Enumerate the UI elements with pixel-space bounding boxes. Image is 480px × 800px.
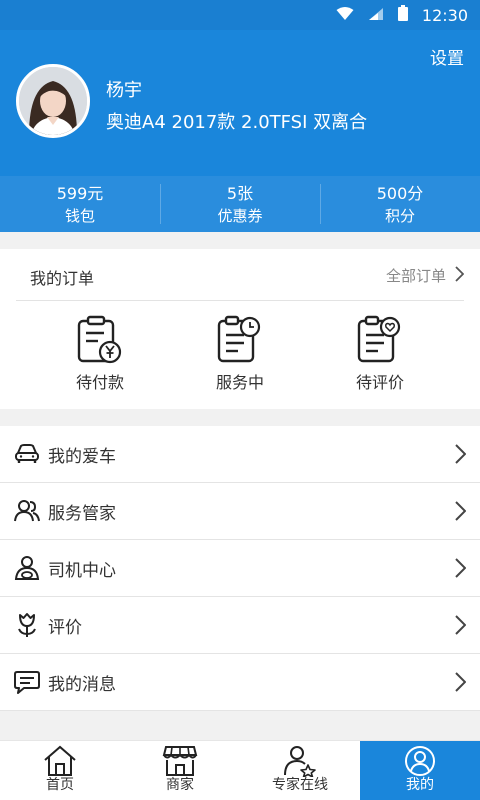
orders-header: 我的订单 全部订单 [16, 249, 465, 301]
chevron-right-icon [454, 615, 467, 639]
message-icon [14, 669, 40, 695]
all-orders-label: 全部订单 [385, 267, 446, 285]
settings-button[interactable]: 设置 [430, 44, 464, 69]
user-name: 杨宇 [106, 80, 142, 101]
battery-icon [397, 5, 408, 25]
menu-item-my-car[interactable]: 我的爱车 [0, 426, 480, 483]
stat-label: 优惠券 [217, 207, 263, 225]
home-icon [0, 745, 120, 777]
profile-header: 设置 杨宇 奥迪A4 2017款 2.0TFSI 双离合 [0, 30, 480, 176]
stat-value: 500分 [376, 184, 424, 203]
clipboard-yen-icon [40, 315, 160, 365]
menu-item-messages[interactable]: 我的消息 [0, 654, 480, 711]
driver-icon [14, 555, 40, 581]
car-icon [14, 441, 40, 467]
all-orders-link[interactable]: 全部订单 [385, 265, 465, 286]
stat-label: 钱包 [64, 207, 95, 225]
chevron-right-icon [454, 672, 467, 696]
order-pending-review[interactable]: 待评价 [320, 309, 440, 409]
chevron-right-icon [454, 501, 467, 525]
menu-item-reviews[interactable]: 评价 [0, 597, 480, 654]
stat-coupons[interactable]: 5张 优惠券 [160, 176, 320, 232]
orders-title: 我的订单 [30, 269, 95, 288]
wifi-icon [336, 6, 354, 25]
chevron-right-icon [454, 265, 465, 286]
menu-label: 服务管家 [48, 503, 116, 524]
user-car: 奥迪A4 2017款 2.0TFSI 双离合 [106, 112, 368, 133]
order-label: 待评价 [355, 373, 404, 392]
people-icon [14, 498, 40, 524]
menu-label: 司机中心 [48, 560, 116, 581]
chevron-right-icon [454, 444, 467, 468]
orders-section: 我的订单 全部订单 待付款 服务中 待评价 [0, 249, 480, 409]
profile-icon [360, 745, 480, 777]
chevron-right-icon [454, 558, 467, 582]
stat-label: 积分 [384, 207, 415, 225]
tab-expert-online[interactable]: 专家在线 [240, 741, 360, 800]
stats-bar: 599元 钱包 5张 优惠券 500分 积分 [0, 176, 480, 232]
bottom-tab-bar: 首页 商家 专家在线 我的 [0, 740, 480, 800]
menu-list: 我的爱车 服务管家 司机中心 评价 我的消息 [0, 426, 480, 711]
status-bar: 12:30 [0, 0, 480, 30]
menu-label: 评价 [48, 617, 82, 638]
stat-wallet[interactable]: 599元 钱包 [0, 176, 160, 232]
tab-label: 首页 [46, 777, 74, 793]
order-in-service[interactable]: 服务中 [180, 309, 300, 409]
stat-value: 599元 [56, 184, 104, 203]
avatar[interactable] [16, 64, 90, 138]
order-label: 服务中 [215, 373, 264, 392]
tab-label: 专家在线 [272, 777, 328, 793]
tab-home[interactable]: 首页 [0, 741, 120, 800]
order-label: 待付款 [75, 373, 124, 392]
tab-label: 商家 [166, 777, 194, 793]
status-time: 12:30 [421, 5, 468, 25]
menu-label: 我的爱车 [48, 446, 116, 467]
tab-mine[interactable]: 我的 [360, 741, 480, 800]
tab-label: 我的 [406, 777, 434, 793]
tab-merchants[interactable]: 商家 [120, 741, 240, 800]
menu-label: 我的消息 [48, 674, 116, 695]
stat-points[interactable]: 500分 积分 [320, 176, 480, 232]
stat-value: 5张 [226, 184, 254, 203]
clipboard-clock-icon [180, 315, 300, 365]
menu-item-service-butler[interactable]: 服务管家 [0, 483, 480, 540]
expert-icon [240, 745, 360, 777]
order-pending-payment[interactable]: 待付款 [40, 309, 160, 409]
menu-item-driver-center[interactable]: 司机中心 [0, 540, 480, 597]
clipboard-heart-icon [320, 315, 440, 365]
tulip-icon [14, 612, 40, 638]
signal-icon [368, 6, 384, 25]
store-icon [120, 745, 240, 777]
